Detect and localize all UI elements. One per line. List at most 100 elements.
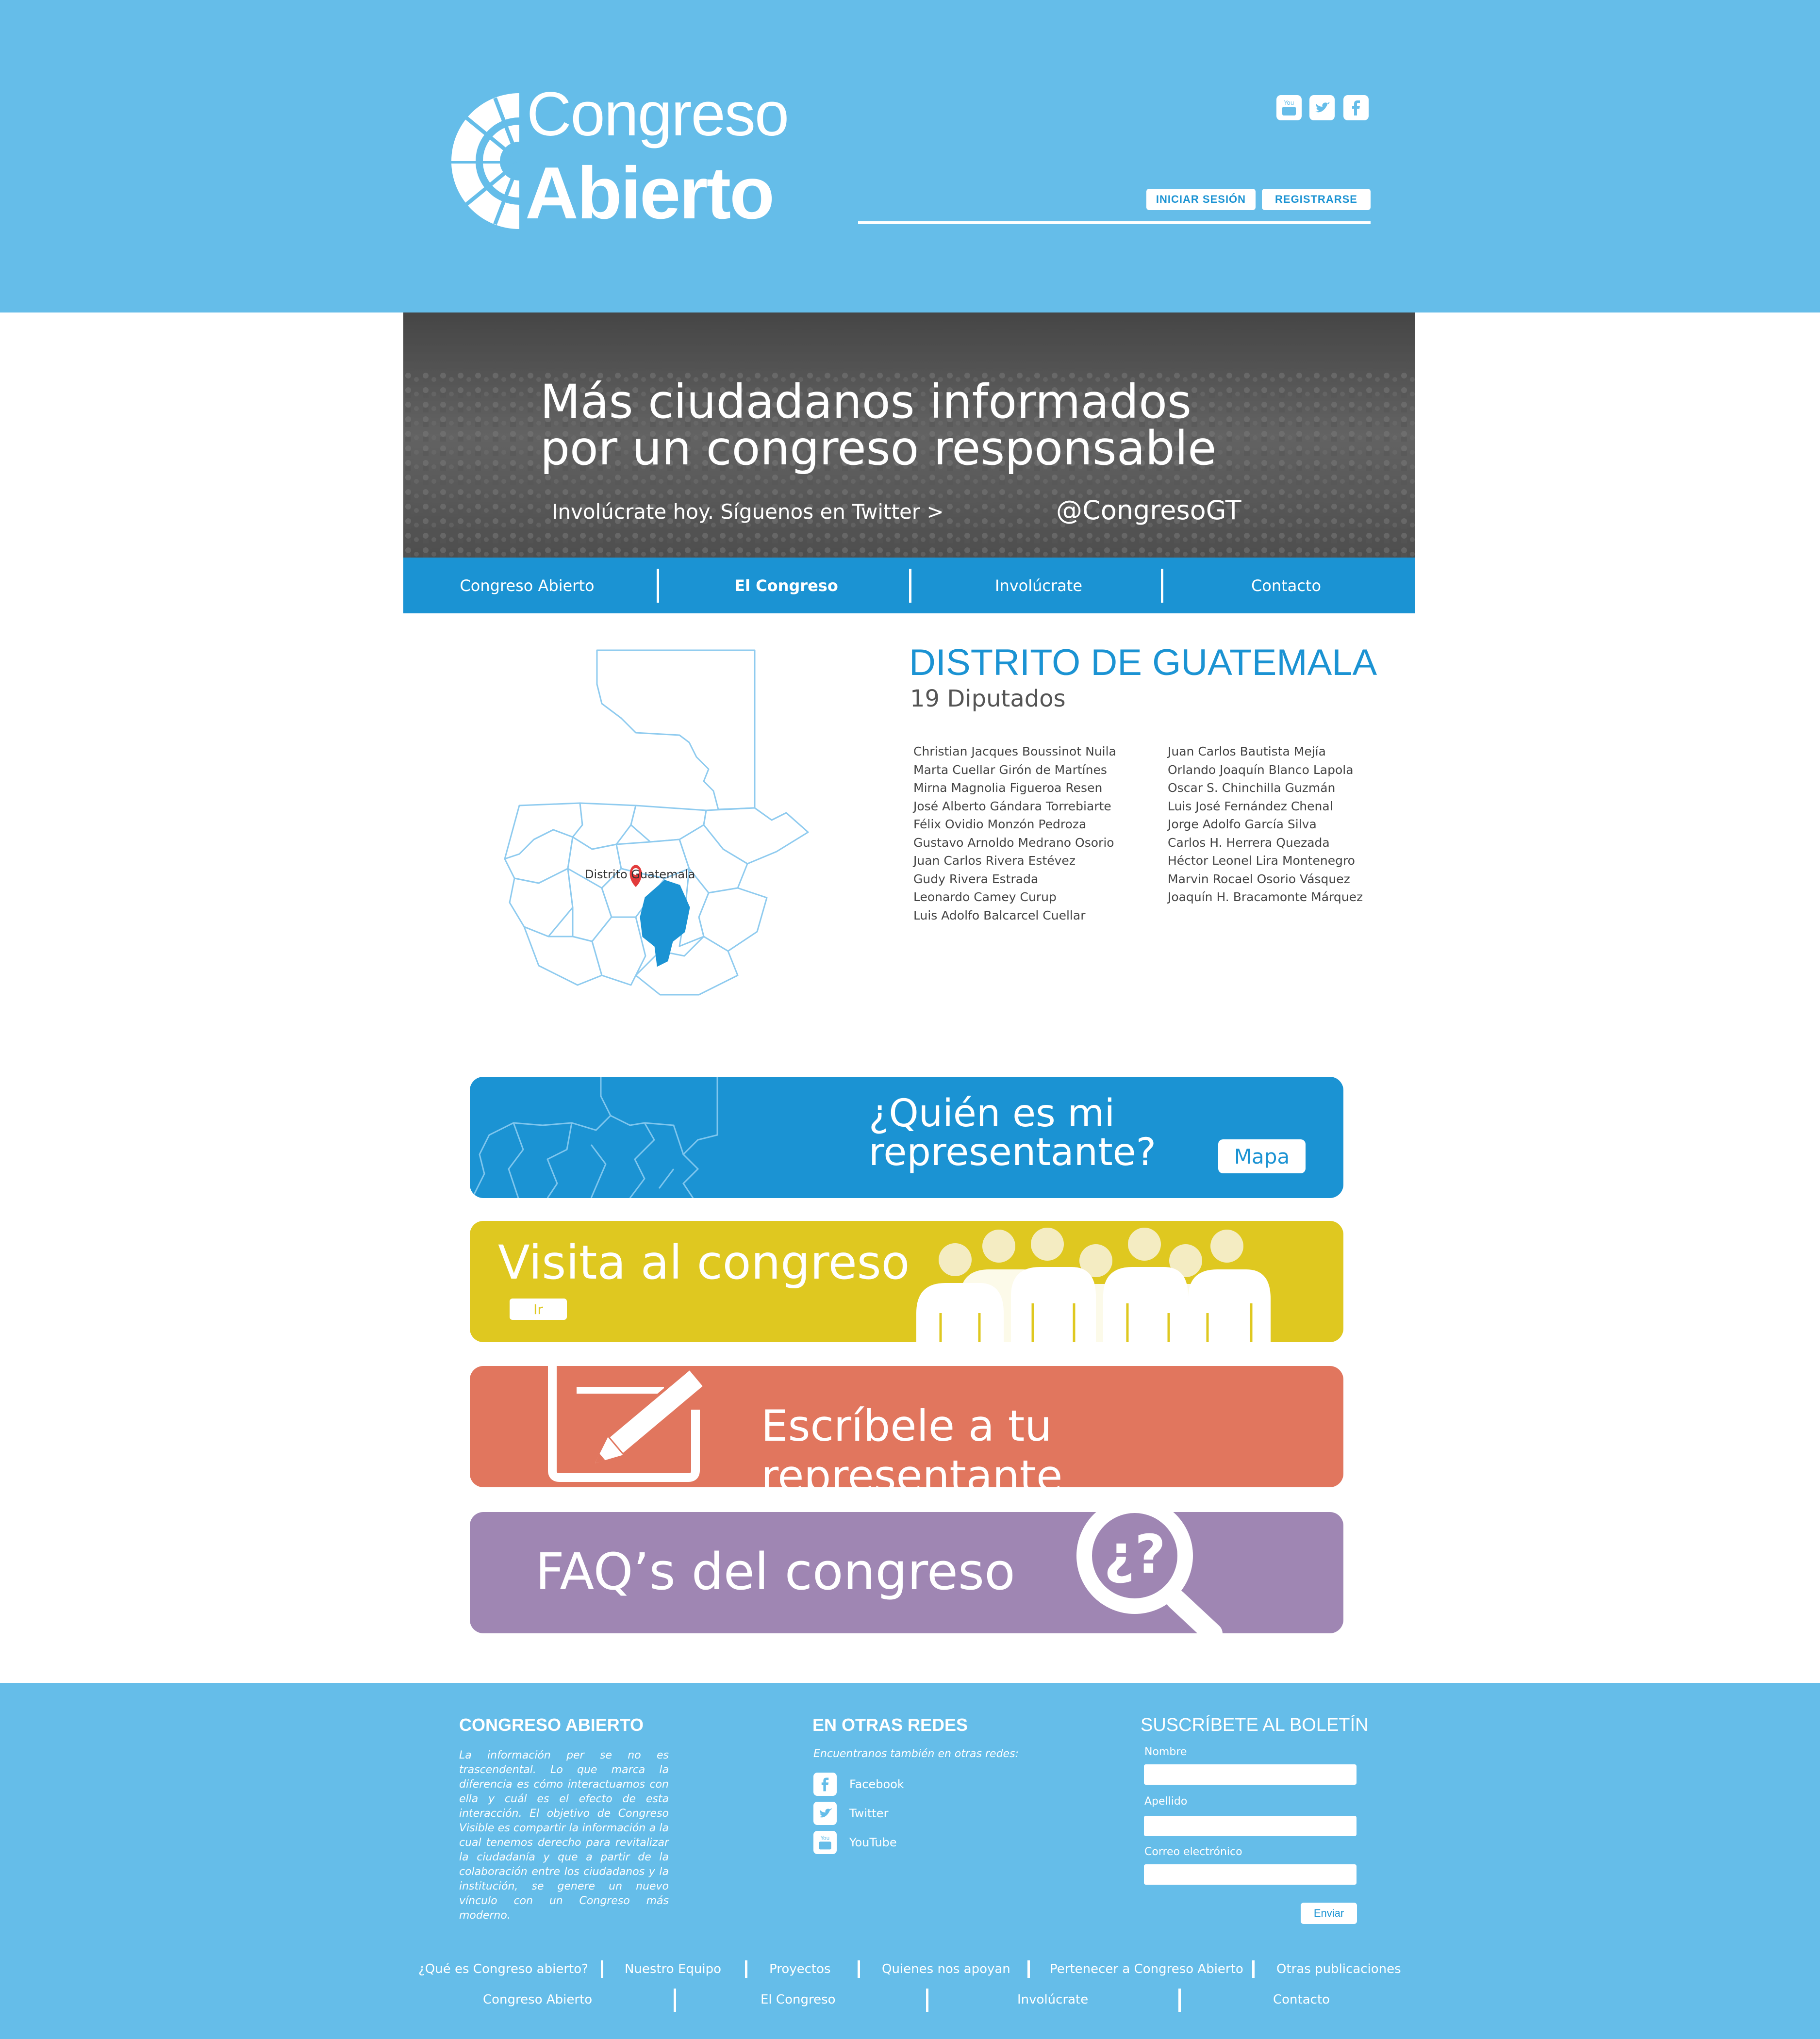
- nav-separator: [657, 569, 659, 603]
- newsletter-name-input[interactable]: [1144, 1764, 1357, 1785]
- footer-networks-heading: EN OTRAS REDES: [812, 1715, 968, 1735]
- deputy-name[interactable]: Mirna Magnolia Figueroa Resen: [913, 779, 1116, 797]
- svg-text:You: You: [820, 1835, 830, 1842]
- deputy-name[interactable]: Joaquín H. Bracamonte Márquez: [1168, 888, 1363, 906]
- hero-title-line2: por un congreso responsable: [540, 421, 1217, 476]
- footer-about-heading: CONGRESO ABIERTO: [459, 1715, 644, 1735]
- footer-nav-el-congreso[interactable]: El Congreso: [761, 1992, 836, 2007]
- banner-representative-line1: ¿Quién es mi: [869, 1092, 1115, 1135]
- people-group-icon: [916, 1228, 1271, 1342]
- footer-link-separator: [674, 1989, 676, 2012]
- banner-visit[interactable]: Visita al congreso Ir: [470, 1221, 1343, 1342]
- footer-link-separator: [601, 1960, 603, 1978]
- deputy-name[interactable]: Leonardo Camey Curup: [913, 888, 1116, 906]
- footer-nav-involucrate[interactable]: Involúcrate: [1017, 1992, 1088, 2007]
- banner-write-title: Escríbele a tu representante: [761, 1401, 1063, 1487]
- footer-link-separator: [926, 1989, 928, 2012]
- deputy-name[interactable]: Héctor Leonel Lira Montenegro: [1168, 852, 1363, 870]
- footer-link-separator: [745, 1960, 747, 1978]
- footer-link-pertenecer[interactable]: Pertenecer a Congreso Abierto: [1050, 1962, 1243, 1976]
- logo-text-abierto: Abierto: [525, 152, 775, 234]
- deputy-name[interactable]: Marta Cuellar Girón de Martínes: [913, 761, 1116, 779]
- deputy-name[interactable]: Christian Jacques Boussinot Nuila: [913, 742, 1116, 761]
- svg-text:You: You: [1284, 99, 1294, 106]
- write-pencil-icon: [548, 1366, 707, 1482]
- deputy-name[interactable]: Félix Ovidio Monzón Pedroza: [913, 815, 1116, 834]
- logo-text-congreso: Congreso: [527, 80, 789, 149]
- banner-representative-line2: representante?: [869, 1131, 1157, 1174]
- newsletter-send-button[interactable]: Enviar: [1301, 1903, 1357, 1924]
- deputy-name[interactable]: Juan Carlos Bautista Mejía: [1168, 742, 1363, 761]
- hero-twitter-link[interactable]: Involúcrate hoy. Síguenos en Twitter >: [552, 500, 944, 524]
- site-footer: [0, 1683, 1820, 2039]
- banner-visit-title: Visita al congreso: [498, 1235, 910, 1290]
- twitter-icon[interactable]: [1309, 95, 1335, 120]
- visit-go-button[interactable]: Ir: [510, 1299, 567, 1320]
- newsletter-email-input[interactable]: [1144, 1864, 1357, 1885]
- youtube-icon: You: [813, 1831, 837, 1854]
- footer-link-separator: [1178, 1989, 1181, 2012]
- footer-link-apoyan[interactable]: Quienes nos apoyan: [882, 1962, 1010, 1976]
- deputy-name[interactable]: Orlando Joaquín Blanco Lapola: [1168, 761, 1363, 779]
- youtube-icon[interactable]: You: [1276, 95, 1302, 120]
- footer-link-separator: [1027, 1960, 1030, 1978]
- map-region-north[interactable]: [596, 649, 756, 810]
- nav-involucrate[interactable]: Involúcrate: [912, 558, 1165, 613]
- footer-link-publicaciones[interactable]: Otras publicaciones: [1276, 1962, 1401, 1976]
- magnifier-question-icon: ¿?: [1076, 1512, 1223, 1633]
- district-title: DISTRITO DE GUATEMALA: [909, 642, 1377, 683]
- deputy-name[interactable]: Carlos H. Herrera Quezada: [1168, 834, 1363, 852]
- newsletter-name-label: Nombre: [1144, 1746, 1187, 1758]
- nav-contacto[interactable]: Contacto: [1160, 558, 1412, 613]
- banner-write[interactable]: Escríbele a tu representante: [470, 1366, 1343, 1487]
- newsletter-lastname-input[interactable]: [1144, 1816, 1357, 1836]
- district-deputy-count: 19 Diputados: [910, 685, 1066, 712]
- map-label-guatemala: Distrito Guatemala: [585, 868, 695, 881]
- facebook-icon[interactable]: [1343, 95, 1369, 120]
- deputy-name[interactable]: Luis José Fernández Chenal: [1168, 797, 1363, 816]
- deputies-list-col2: Juan Carlos Bautista Mejía Orlando Joaqu…: [1168, 742, 1363, 906]
- deputy-name[interactable]: Oscar S. Chinchilla Guzmán: [1168, 779, 1363, 797]
- footer-nav-contacto[interactable]: Contacto: [1273, 1992, 1330, 2007]
- hero-title: Más ciudadanos informados por un congres…: [540, 378, 1216, 472]
- footer-link-separator: [858, 1960, 860, 1978]
- footer-link-separator: [1252, 1960, 1255, 1978]
- twitter-icon: [813, 1802, 837, 1825]
- deputy-name[interactable]: Jorge Adolfo García Silva: [1168, 815, 1363, 834]
- map-button[interactable]: Mapa: [1218, 1139, 1306, 1173]
- deputy-name[interactable]: Luis Adolfo Balcarcel Cuellar: [913, 906, 1116, 925]
- nav-el-congreso[interactable]: El Congreso: [660, 558, 912, 613]
- footer-facebook-link[interactable]: Facebook: [813, 1772, 959, 1797]
- newsletter-lastname-label: Apellido: [1144, 1795, 1188, 1808]
- footer-youtube-label: YouTube: [849, 1836, 897, 1849]
- footer-twitter-link[interactable]: Twitter: [813, 1801, 959, 1826]
- nav-separator: [909, 569, 911, 603]
- footer-about-text: La información per se no es trascendenta…: [459, 1749, 669, 1922]
- footer-link-que-es[interactable]: ¿Qué es Congreso abierto?: [418, 1962, 588, 1976]
- hero-title-line1: Más ciudadanos informados: [540, 375, 1191, 429]
- footer-youtube-link[interactable]: You YouTube: [813, 1830, 959, 1855]
- footer-link-proyectos[interactable]: Proyectos: [769, 1962, 831, 1976]
- nav-congreso-abierto[interactable]: Congreso Abierto: [401, 558, 653, 613]
- footer-networks-intro: Encuentranos también en otras redes:: [813, 1748, 1019, 1760]
- register-button[interactable]: REGISTRARSE: [1262, 189, 1371, 210]
- footer-twitter-label: Twitter: [849, 1807, 889, 1820]
- deputy-name[interactable]: Gustavo Arnoldo Medrano Osorio: [913, 834, 1116, 852]
- footer-nav-congreso-abierto[interactable]: Congreso Abierto: [483, 1992, 592, 2007]
- deputy-name[interactable]: Marvin Rocael Osorio Vásquez: [1168, 870, 1363, 888]
- footer-newsletter-heading: SUSCRÍBETE AL BOLETÍN: [1141, 1715, 1369, 1735]
- deputy-name[interactable]: José Alberto Gándara Torrebiarte: [913, 797, 1116, 816]
- footer-link-equipo[interactable]: Nuestro Equipo: [625, 1962, 721, 1976]
- hero-twitter-handle[interactable]: @CongresoGT: [1056, 495, 1241, 526]
- footer-facebook-label: Facebook: [849, 1777, 904, 1791]
- deputy-name[interactable]: Juan Carlos Rivera Estévez: [913, 852, 1116, 870]
- banner-faq-title: FAQ’s del congreso: [535, 1542, 1015, 1601]
- deputy-name[interactable]: Gudy Rivera Estrada: [913, 870, 1116, 888]
- banner-representative[interactable]: ¿Quién es mi representante? Mapa: [470, 1077, 1343, 1198]
- login-button[interactable]: INICIAR SESIÓN: [1146, 189, 1256, 210]
- banner-faq[interactable]: FAQ’s del congreso ¿?: [470, 1512, 1343, 1633]
- guatemala-map[interactable]: Distrito Guatemala: [476, 645, 854, 1014]
- header-divider: [858, 221, 1371, 224]
- newsletter-email-label: Correo electrónico: [1144, 1846, 1242, 1858]
- deputies-list-col1: Christian Jacques Boussinot Nuila Marta …: [913, 742, 1116, 924]
